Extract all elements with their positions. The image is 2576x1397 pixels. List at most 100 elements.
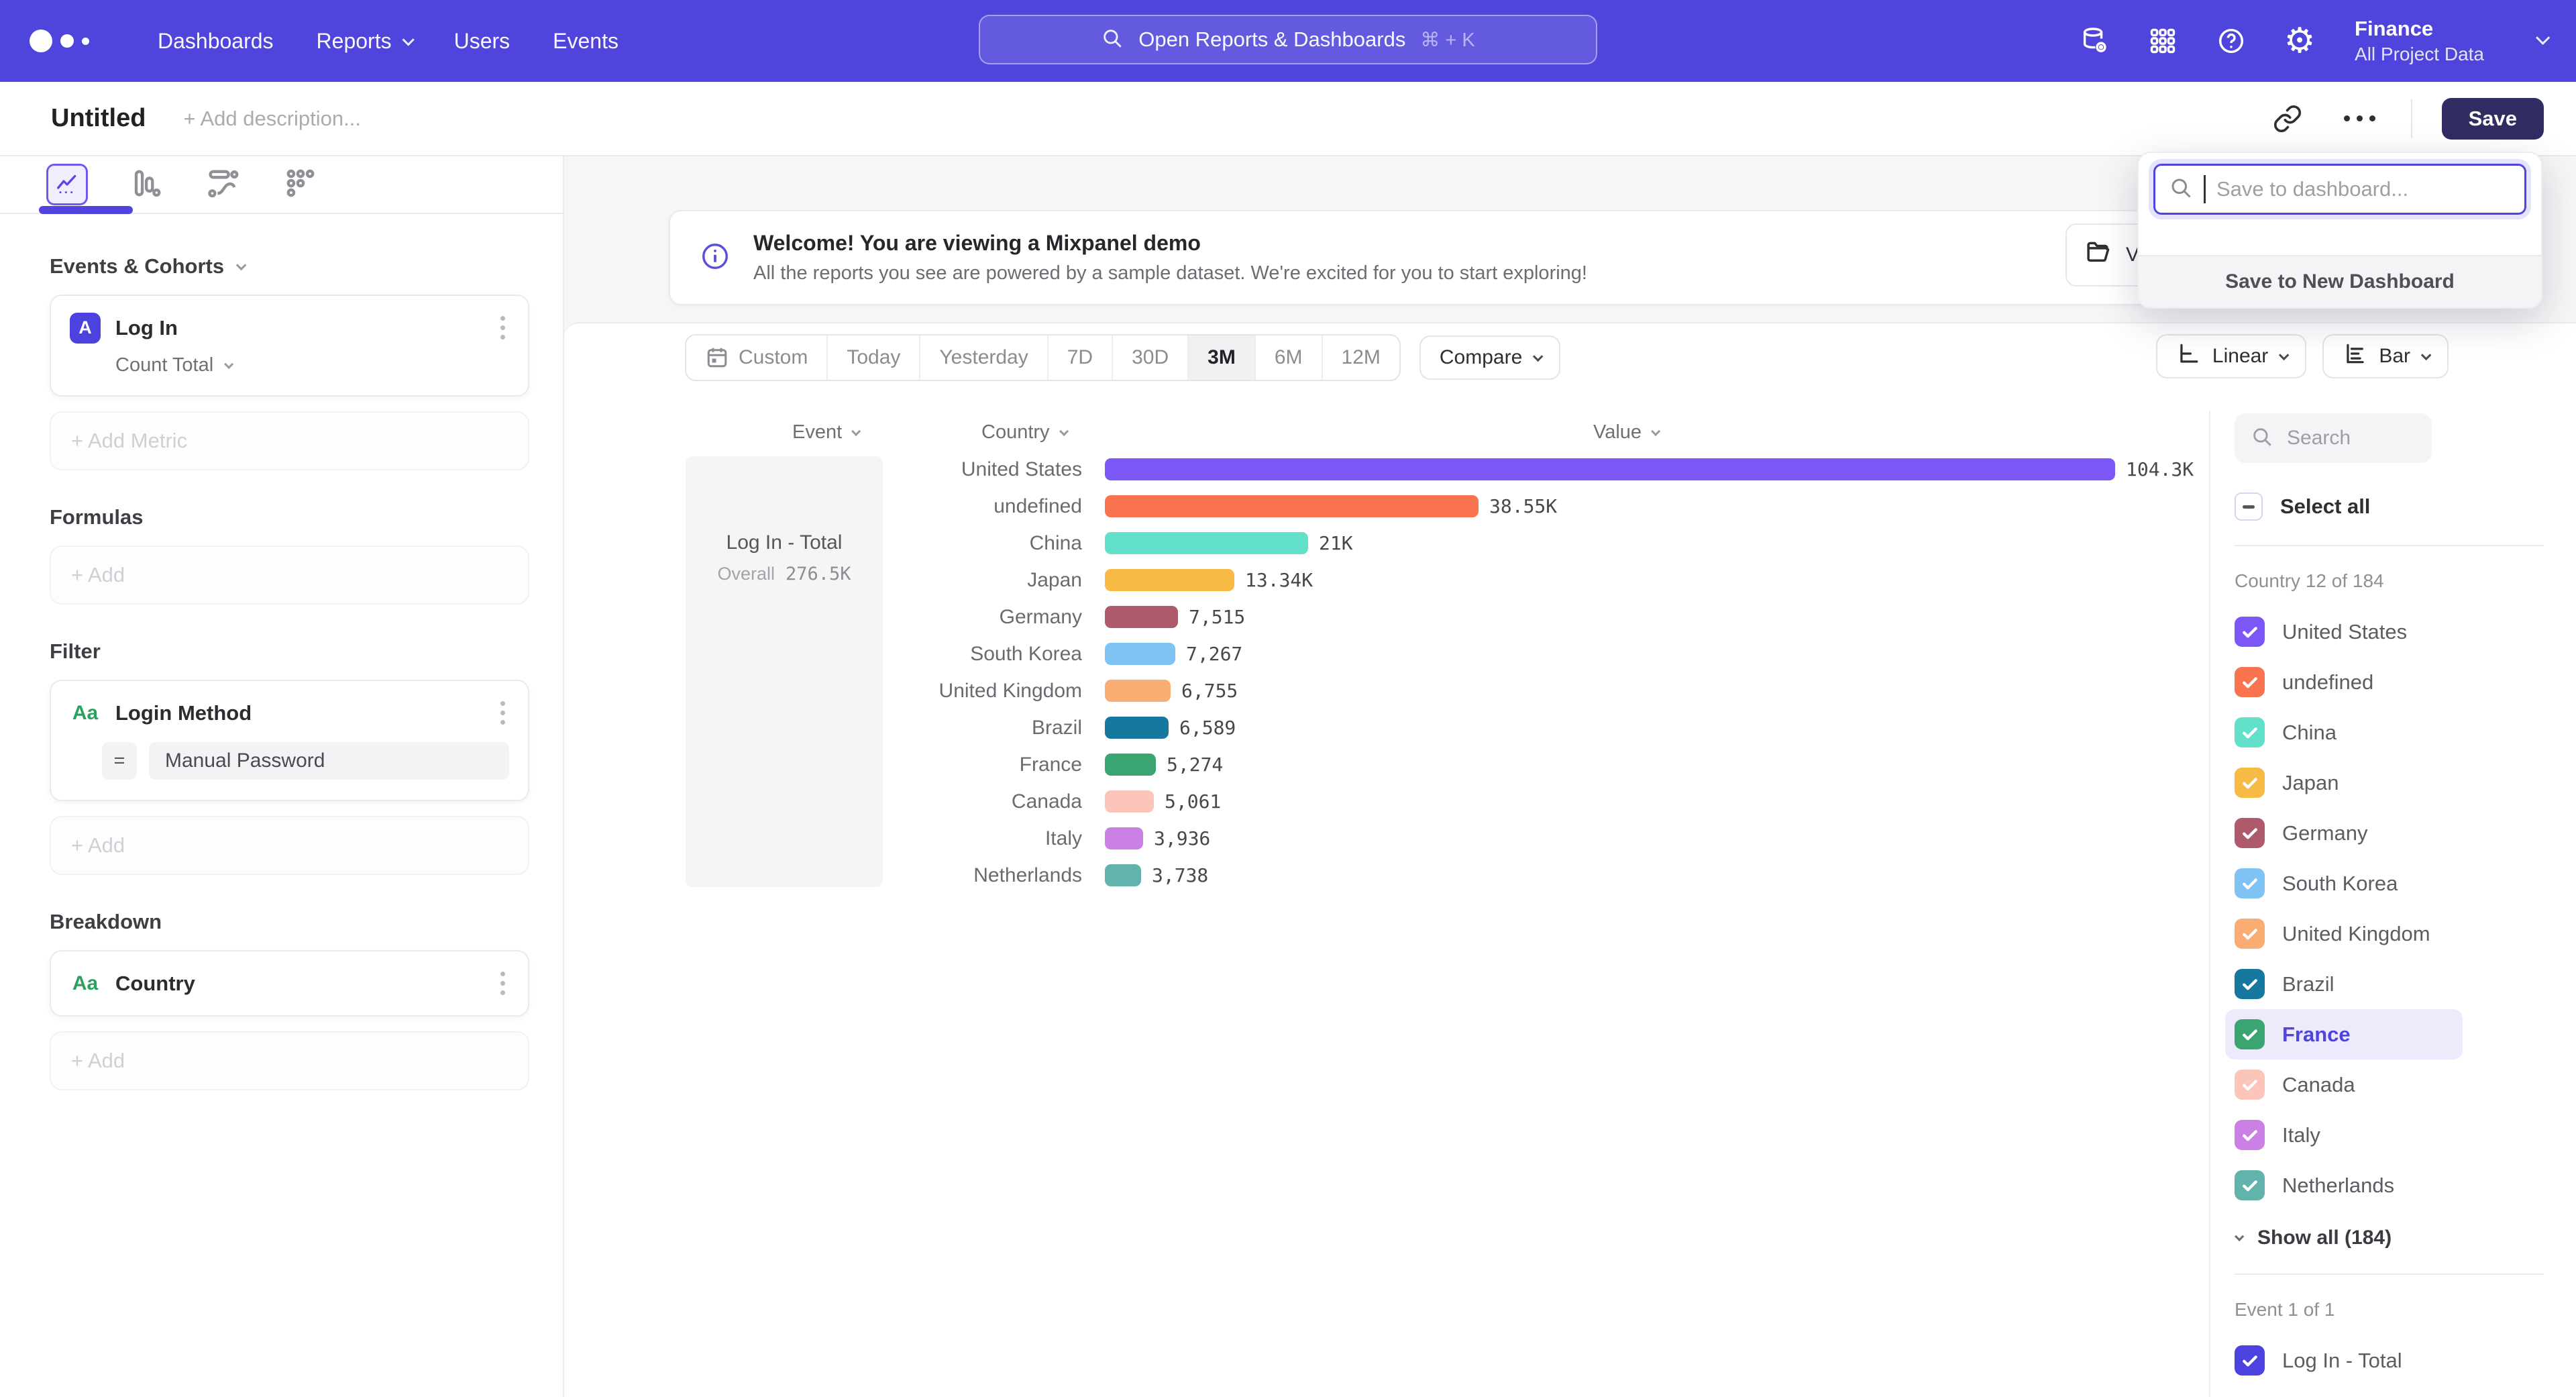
select-all-label: Select all bbox=[2280, 495, 2370, 519]
filter-operator[interactable]: = bbox=[102, 742, 137, 780]
value-bar[interactable] bbox=[1105, 827, 1143, 849]
value-bar[interactable] bbox=[1105, 458, 2115, 480]
event-count-label: Event 1 of 1 bbox=[2235, 1299, 2576, 1321]
nav-item-events[interactable]: Events bbox=[531, 0, 640, 82]
breakdown-card[interactable]: Aa Country bbox=[50, 950, 529, 1017]
nav-item-dashboards[interactable]: Dashboards bbox=[136, 0, 295, 82]
country-filter-row[interactable]: United States bbox=[2235, 607, 2576, 657]
breakdown-kebab-menu-icon[interactable] bbox=[496, 968, 509, 999]
event-checkbox[interactable] bbox=[2235, 1345, 2265, 1376]
apps-grid-icon[interactable] bbox=[2145, 23, 2180, 58]
breakdown-property-name[interactable]: Country bbox=[115, 972, 195, 996]
data-management-icon[interactable] bbox=[2077, 23, 2112, 58]
filter-property-name[interactable]: Login Method bbox=[115, 701, 252, 725]
select-all-row[interactable]: Select all bbox=[2235, 493, 2576, 521]
bar-row: China21K bbox=[564, 525, 2200, 562]
nav-item-reports[interactable]: Reports bbox=[295, 0, 433, 82]
value-bar[interactable] bbox=[1105, 532, 1308, 554]
filter-card[interactable]: Aa Login Method = Manual Password bbox=[50, 680, 529, 801]
add-breakdown-button[interactable]: + Add bbox=[50, 1031, 529, 1090]
country-checkbox[interactable] bbox=[2235, 667, 2265, 697]
settings-gear-icon[interactable]: ⚙ bbox=[2282, 23, 2317, 58]
range-30d[interactable]: 30D bbox=[1113, 335, 1189, 380]
project-switcher[interactable]: Finance All Project Data bbox=[2355, 16, 2484, 66]
help-icon[interactable] bbox=[2214, 23, 2249, 58]
country-checkbox[interactable] bbox=[2235, 1170, 2265, 1200]
tab-flows[interactable] bbox=[199, 160, 247, 209]
chart-type-selector[interactable]: Bar bbox=[2322, 334, 2449, 378]
country-filter-row[interactable]: United Kingdom bbox=[2235, 909, 2576, 959]
tab-retention[interactable] bbox=[276, 160, 325, 209]
global-search-bar[interactable]: Open Reports & Dashboards ⌘ + K bbox=[979, 15, 1597, 64]
country-filter-row[interactable]: South Korea bbox=[2235, 858, 2576, 909]
range-6m[interactable]: 6M bbox=[1256, 335, 1323, 380]
country-filter-row[interactable]: China bbox=[2235, 707, 2576, 758]
tab-insights[interactable] bbox=[43, 160, 91, 209]
metric-card[interactable]: A Log In Count Total bbox=[50, 295, 529, 397]
scale-selector[interactable]: Linear bbox=[2156, 334, 2306, 378]
show-all-button[interactable]: Show all (184) bbox=[2235, 1227, 2576, 1249]
series-search-input[interactable]: Search bbox=[2235, 413, 2432, 463]
value-bar[interactable] bbox=[1105, 606, 1178, 628]
country-filter-row[interactable]: Japan bbox=[2235, 758, 2576, 808]
add-metric-button[interactable]: + Add Metric bbox=[50, 411, 529, 470]
metric-kebab-menu-icon[interactable] bbox=[496, 312, 509, 344]
project-chevron-down-icon[interactable] bbox=[2536, 34, 2546, 48]
range-today[interactable]: Today bbox=[828, 335, 920, 380]
value-label: 104.3K bbox=[2126, 458, 2194, 480]
save-to-dashboard-input[interactable]: Save to dashboard... bbox=[2153, 164, 2526, 215]
range-7d[interactable]: 7D bbox=[1049, 335, 1113, 380]
country-filter-row[interactable]: France bbox=[2225, 1009, 2463, 1059]
country-filter-row[interactable]: Netherlands bbox=[2235, 1160, 2576, 1210]
country-checkbox[interactable] bbox=[2235, 919, 2265, 949]
country-filter-row[interactable]: Germany bbox=[2235, 808, 2576, 858]
value-bar[interactable] bbox=[1105, 717, 1169, 739]
country-filter-row[interactable]: Italy bbox=[2235, 1110, 2576, 1160]
country-checkbox[interactable] bbox=[2235, 617, 2265, 647]
column-header-event[interactable]: Event bbox=[792, 421, 858, 444]
select-all-checkbox[interactable] bbox=[2235, 493, 2263, 521]
mixpanel-logo[interactable] bbox=[30, 30, 89, 52]
tab-funnels[interactable] bbox=[121, 160, 169, 209]
country-filter-row[interactable]: undefined bbox=[2235, 657, 2576, 707]
more-options-button[interactable] bbox=[2339, 97, 2381, 140]
country-checkbox[interactable] bbox=[2235, 1070, 2265, 1100]
country-checkbox[interactable] bbox=[2235, 969, 2265, 999]
value-bar[interactable] bbox=[1105, 754, 1156, 776]
country-checkbox[interactable] bbox=[2235, 768, 2265, 798]
add-formula-button[interactable]: + Add bbox=[50, 546, 529, 605]
event-filter-row[interactable]: Log In - Total bbox=[2235, 1335, 2576, 1386]
country-checkbox[interactable] bbox=[2235, 717, 2265, 747]
range-custom[interactable]: Custom bbox=[686, 335, 828, 380]
compare-button[interactable]: Compare bbox=[1419, 335, 1560, 380]
country-checkbox[interactable] bbox=[2235, 1120, 2265, 1150]
country-filter-row[interactable]: Brazil bbox=[2235, 959, 2576, 1009]
filter-kebab-menu-icon[interactable] bbox=[496, 697, 509, 729]
column-header-value[interactable]: Value bbox=[1593, 421, 1658, 444]
value-bar[interactable] bbox=[1105, 643, 1175, 665]
value-bar[interactable] bbox=[1105, 495, 1479, 517]
report-title[interactable]: Untitled bbox=[51, 104, 146, 133]
save-button[interactable]: Save bbox=[2442, 98, 2544, 140]
range-yesterday[interactable]: Yesterday bbox=[920, 335, 1048, 380]
country-checkbox[interactable] bbox=[2235, 818, 2265, 848]
add-description[interactable]: + Add description... bbox=[183, 107, 361, 131]
value-bar[interactable] bbox=[1105, 569, 1234, 591]
filter-value[interactable]: Manual Password bbox=[149, 742, 509, 780]
country-checkbox[interactable] bbox=[2235, 1019, 2265, 1049]
range-12m[interactable]: 12M bbox=[1323, 335, 1399, 380]
column-header-country[interactable]: Country bbox=[981, 421, 1066, 444]
value-bar[interactable] bbox=[1105, 864, 1141, 886]
country-checkbox[interactable] bbox=[2235, 868, 2265, 898]
save-to-new-dashboard-button[interactable]: Save to New Dashboard bbox=[2139, 255, 2541, 307]
range-3m[interactable]: 3M bbox=[1189, 335, 1256, 380]
copy-link-icon[interactable] bbox=[2266, 97, 2309, 140]
metric-aggregation[interactable]: Count Total bbox=[115, 354, 509, 376]
add-filter-button[interactable]: + Add bbox=[50, 816, 529, 875]
nav-item-users[interactable]: Users bbox=[433, 0, 532, 82]
metric-event-name[interactable]: Log In bbox=[115, 316, 178, 340]
events-cohorts-header[interactable]: Events & Cohorts bbox=[50, 254, 529, 278]
value-bar[interactable] bbox=[1105, 790, 1154, 813]
value-bar[interactable] bbox=[1105, 680, 1171, 702]
country-filter-row[interactable]: Canada bbox=[2235, 1059, 2576, 1110]
